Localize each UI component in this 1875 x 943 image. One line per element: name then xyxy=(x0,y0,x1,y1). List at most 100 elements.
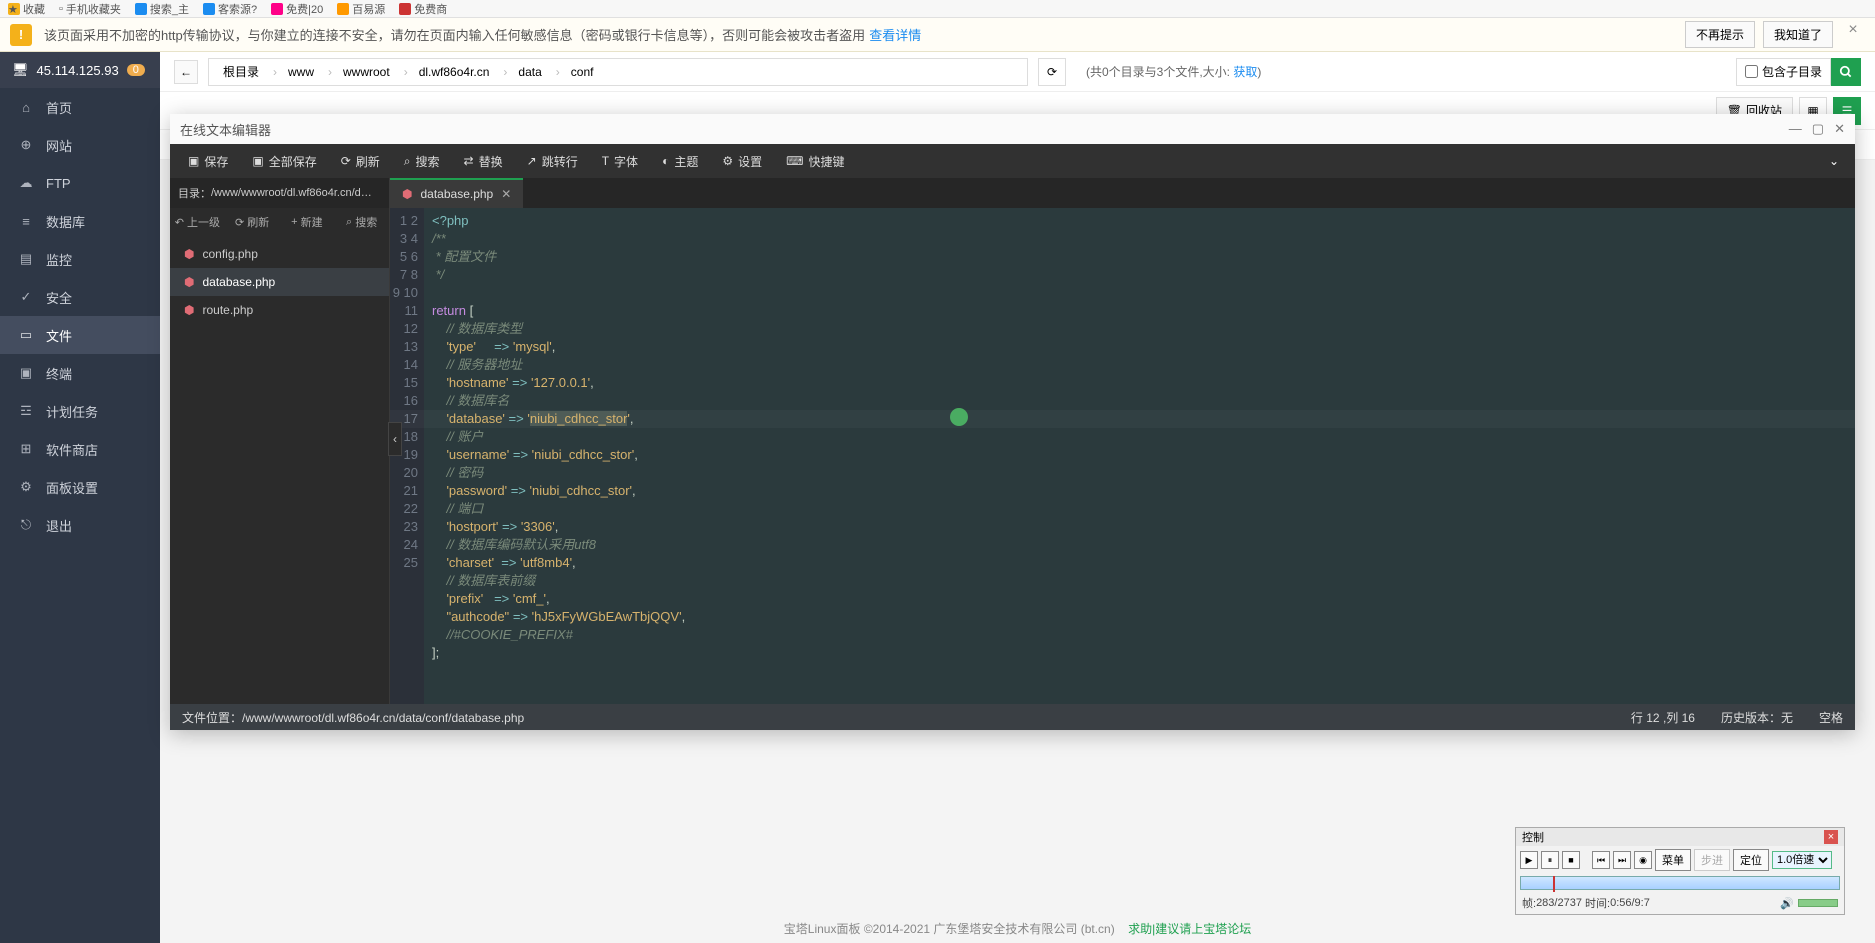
content-area: ← 根目录 www wwwroot dl.wf86o4r.cn data con… xyxy=(160,52,1875,943)
home-icon: ⌂ xyxy=(18,99,34,115)
editor-tab[interactable]: ⬢ database.php ✕ xyxy=(390,178,523,208)
bookmark-fav[interactable]: ★收藏 xyxy=(8,1,45,17)
bookmark-5[interactable]: 百易源 xyxy=(337,1,385,17)
panel-close-icon[interactable]: × xyxy=(1824,830,1838,844)
sidebar-item-home[interactable]: ⌂首页 xyxy=(0,88,160,126)
code-editor[interactable]: 1 2 3 4 5 6 7 8 9 10 11 12 13 14 15 16 1… xyxy=(390,208,1855,704)
minimize-icon[interactable]: — xyxy=(1789,121,1802,137)
close-icon[interactable]: ✕ xyxy=(1834,121,1845,137)
sidebar-item-store[interactable]: ⊞软件商店 xyxy=(0,430,160,468)
bookmark-2[interactable]: 搜索_主 xyxy=(135,1,189,17)
sidebar-item-cron[interactable]: ☲计划任务 xyxy=(0,392,160,430)
bookmark-6[interactable]: 免费商 xyxy=(399,1,447,17)
sidebar-item-database[interactable]: ≡数据库 xyxy=(0,202,160,240)
step-button[interactable]: 步进 xyxy=(1694,849,1730,871)
footer-help-link[interactable]: 求助|建议请上宝塔论坛 xyxy=(1128,922,1251,936)
search-button[interactable] xyxy=(1831,58,1861,86)
sidebar-item-ftp[interactable]: ☁FTP xyxy=(0,164,160,202)
volume-slider[interactable] xyxy=(1798,899,1838,907)
side-search-button[interactable]: ⌕搜索 xyxy=(334,208,389,236)
prev-frame-button[interactable]: ⏮ xyxy=(1592,851,1610,869)
theme-button[interactable]: ◐主题 xyxy=(650,144,710,178)
sidebar-item-monitor[interactable]: ▤监控 xyxy=(0,240,160,278)
editor-titlebar[interactable]: 在线文本编辑器 — ▢ ✕ xyxy=(170,114,1855,144)
sidebar-item-logout[interactable]: ⎋退出 xyxy=(0,506,160,544)
chart-icon: ▤ xyxy=(18,251,34,267)
crumb-wwwroot[interactable]: wwwroot xyxy=(329,59,405,85)
stop-button[interactable]: ■ xyxy=(1562,851,1580,869)
chevron-down-icon[interactable]: ⌄ xyxy=(1819,154,1849,168)
warning-detail-link[interactable]: 查看详情 xyxy=(869,25,921,44)
crumb-data[interactable]: data xyxy=(504,59,556,85)
editor-modal: 在线文本编辑器 — ▢ ✕ ▣保存 ▣全部保存 ⟳刷新 ⌕搜索 ⇄替换 ↗跳转行… xyxy=(170,114,1855,730)
save-all-button[interactable]: ▣全部保存 xyxy=(240,144,328,178)
video-control-panel[interactable]: 控制 × ▶ ⏸ ■ ⏮ ⏭ ◉ 菜单 步进 定位 1.0倍速 帧: 2 xyxy=(1515,827,1845,915)
shield-icon: ✓ xyxy=(18,289,34,305)
replace-button[interactable]: ⇄替换 xyxy=(452,144,515,178)
server-ip: 45.114.125.93 xyxy=(37,63,119,78)
sidebar-item-settings[interactable]: ⚙面板设置 xyxy=(0,468,160,506)
file-item[interactable]: ⬢database.php xyxy=(170,268,389,296)
file-item[interactable]: ⬢config.php xyxy=(170,240,389,268)
include-subdir-checkbox[interactable]: 包含子目录 xyxy=(1736,58,1831,86)
get-size-link[interactable]: 获取 xyxy=(1233,65,1257,79)
back-button[interactable]: ← xyxy=(174,60,198,84)
sidebar: 🖥 45.114.125.93 0 ⌂首页 ⊕网站 ☁FTP ≡数据库 ▤监控 … xyxy=(0,52,160,943)
goto-button[interactable]: ↗跳转行 xyxy=(515,144,590,178)
font-button[interactable]: T字体 xyxy=(590,144,650,178)
speed-select[interactable]: 1.0倍速 xyxy=(1772,851,1832,869)
save-button[interactable]: ▣保存 xyxy=(176,144,240,178)
editor-toolbar: ▣保存 ▣全部保存 ⟳刷新 ⌕搜索 ⇄替换 ↗跳转行 T字体 ◐主题 ⚙设置 ⌨… xyxy=(170,144,1855,178)
panel-title: 控制 xyxy=(1522,829,1544,845)
crumb-www[interactable]: www xyxy=(274,59,329,85)
snapshot-button[interactable]: ◉ xyxy=(1634,851,1652,869)
php-icon: ⬢ xyxy=(184,275,194,289)
warning-text: 该页面采用不加密的http传输协议，与你建立的连接不安全，请勿在页面内输入任何敏… xyxy=(44,25,865,44)
status-encoding: 空格 xyxy=(1819,709,1843,726)
crumb-domain[interactable]: dl.wf86o4r.cn xyxy=(405,59,505,85)
crumb-root[interactable]: 根目录 xyxy=(209,59,274,85)
crumb-conf[interactable]: conf xyxy=(557,59,609,85)
got-it-button[interactable]: 我知道了 xyxy=(1763,21,1833,48)
shortcut-button[interactable]: ⌨快捷键 xyxy=(774,144,856,178)
bookmark-mobile[interactable]: ▫手机收藏夹 xyxy=(59,1,121,17)
no-prompt-button[interactable]: 不再提示 xyxy=(1685,21,1755,48)
status-rowcol: 行 12 ,列 16 xyxy=(1631,709,1695,726)
server-ip-header: 🖥 45.114.125.93 0 xyxy=(0,52,160,88)
side-refresh-button[interactable]: ⟳刷新 xyxy=(225,208,280,236)
font-icon: T xyxy=(602,154,609,168)
refresh-button[interactable]: ⟳刷新 xyxy=(329,144,392,178)
menu-button[interactable]: 菜单 xyxy=(1655,849,1691,871)
sidebar-item-security[interactable]: ✓安全 xyxy=(0,278,160,316)
maximize-icon[interactable]: ▢ xyxy=(1812,121,1824,137)
pause-button[interactable]: ⏸ xyxy=(1541,851,1559,869)
php-icon: ⬢ xyxy=(184,247,194,261)
sidebar-item-files[interactable]: ▭文件 xyxy=(0,316,160,354)
side-new-button[interactable]: +新建 xyxy=(280,208,335,236)
sidebar-item-site[interactable]: ⊕网站 xyxy=(0,126,160,164)
locate-button[interactable]: 定位 xyxy=(1733,849,1769,871)
next-frame-button[interactable]: ⏭ xyxy=(1613,851,1631,869)
settings-button[interactable]: ⚙设置 xyxy=(710,144,774,178)
tab-close-icon[interactable]: ✕ xyxy=(501,187,511,201)
sidebar-item-terminal[interactable]: ▣终端 xyxy=(0,354,160,392)
bookmark-3[interactable]: 客索源? xyxy=(203,1,257,17)
fold-sidebar-button[interactable]: ‹ xyxy=(388,422,402,456)
editor-statusbar: 文件位置：/www/wwwroot/dl.wf86o4r.cn/data/con… xyxy=(170,704,1855,730)
file-count-text: (共0个目录与3个文件,大小: 获取) xyxy=(1086,63,1261,80)
bookmark-4[interactable]: 免费|20 xyxy=(271,1,323,17)
up-level-button[interactable]: ↶上一级 xyxy=(170,208,225,236)
refresh-button[interactable]: ⟳ xyxy=(1038,58,1066,86)
warning-close-icon[interactable]: × xyxy=(1841,21,1865,48)
keyboard-icon: ⌨ xyxy=(786,154,803,168)
tab-label: database.php xyxy=(420,187,493,201)
video-progress-track[interactable] xyxy=(1520,876,1840,890)
search-button[interactable]: ⌕搜索 xyxy=(392,144,452,178)
play-button[interactable]: ▶ xyxy=(1520,851,1538,869)
php-icon: ⬢ xyxy=(402,187,412,201)
file-item[interactable]: ⬢route.php xyxy=(170,296,389,324)
volume-icon[interactable]: 🔊 xyxy=(1780,897,1794,910)
editor-dir-path: 目录：/www/wwwroot/dl.wf86o4r.cn/d… xyxy=(170,178,389,208)
database-icon: ≡ xyxy=(18,213,34,229)
page-footer: 宝塔Linux面板 ©2014-2021 广东堡塔安全技术有限公司 (bt.cn… xyxy=(160,920,1875,937)
